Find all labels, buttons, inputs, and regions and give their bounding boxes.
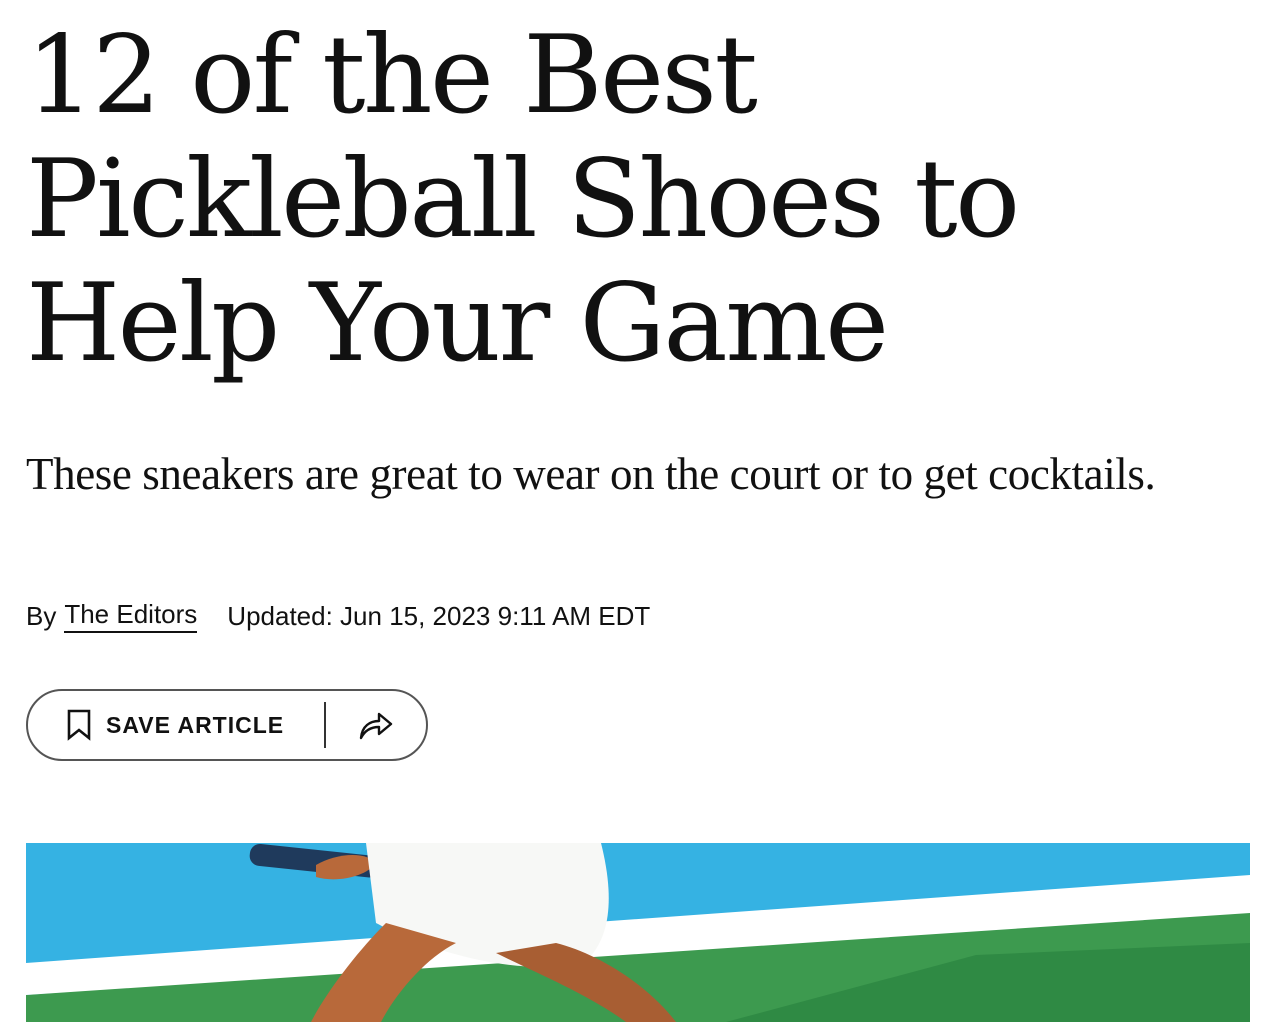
hero-photo: [26, 843, 1250, 1022]
byline-prefix: By: [26, 600, 57, 631]
bookmark-icon: [67, 709, 91, 741]
updated-timestamp: Updated: Jun 15, 2023 9:11 AM EDT: [227, 600, 651, 631]
article-dek: These sneakers are great to wear on the …: [26, 449, 1156, 499]
article-actions: SAVE ARTICLE: [26, 689, 428, 761]
article-headline: 12 of the Best Pickleball Shoes to Help …: [26, 14, 1226, 386]
save-article-label: SAVE ARTICLE: [106, 711, 285, 738]
hero-image: [26, 843, 1250, 1022]
headline-line-3: Help Your Game: [26, 261, 889, 386]
author-link[interactable]: The Editors: [64, 599, 198, 633]
byline: By The Editors Updated: Jun 15, 2023 9:1…: [26, 596, 650, 636]
headline-line-2: Pickleball Shoes to: [26, 137, 1020, 262]
article-page: 12 of the Best Pickleball Shoes to Help …: [0, 0, 1278, 1022]
headline-line-1: 12 of the Best: [26, 13, 758, 138]
share-icon: [359, 712, 393, 740]
share-button[interactable]: [326, 691, 426, 759]
save-article-button[interactable]: SAVE ARTICLE: [28, 691, 324, 759]
